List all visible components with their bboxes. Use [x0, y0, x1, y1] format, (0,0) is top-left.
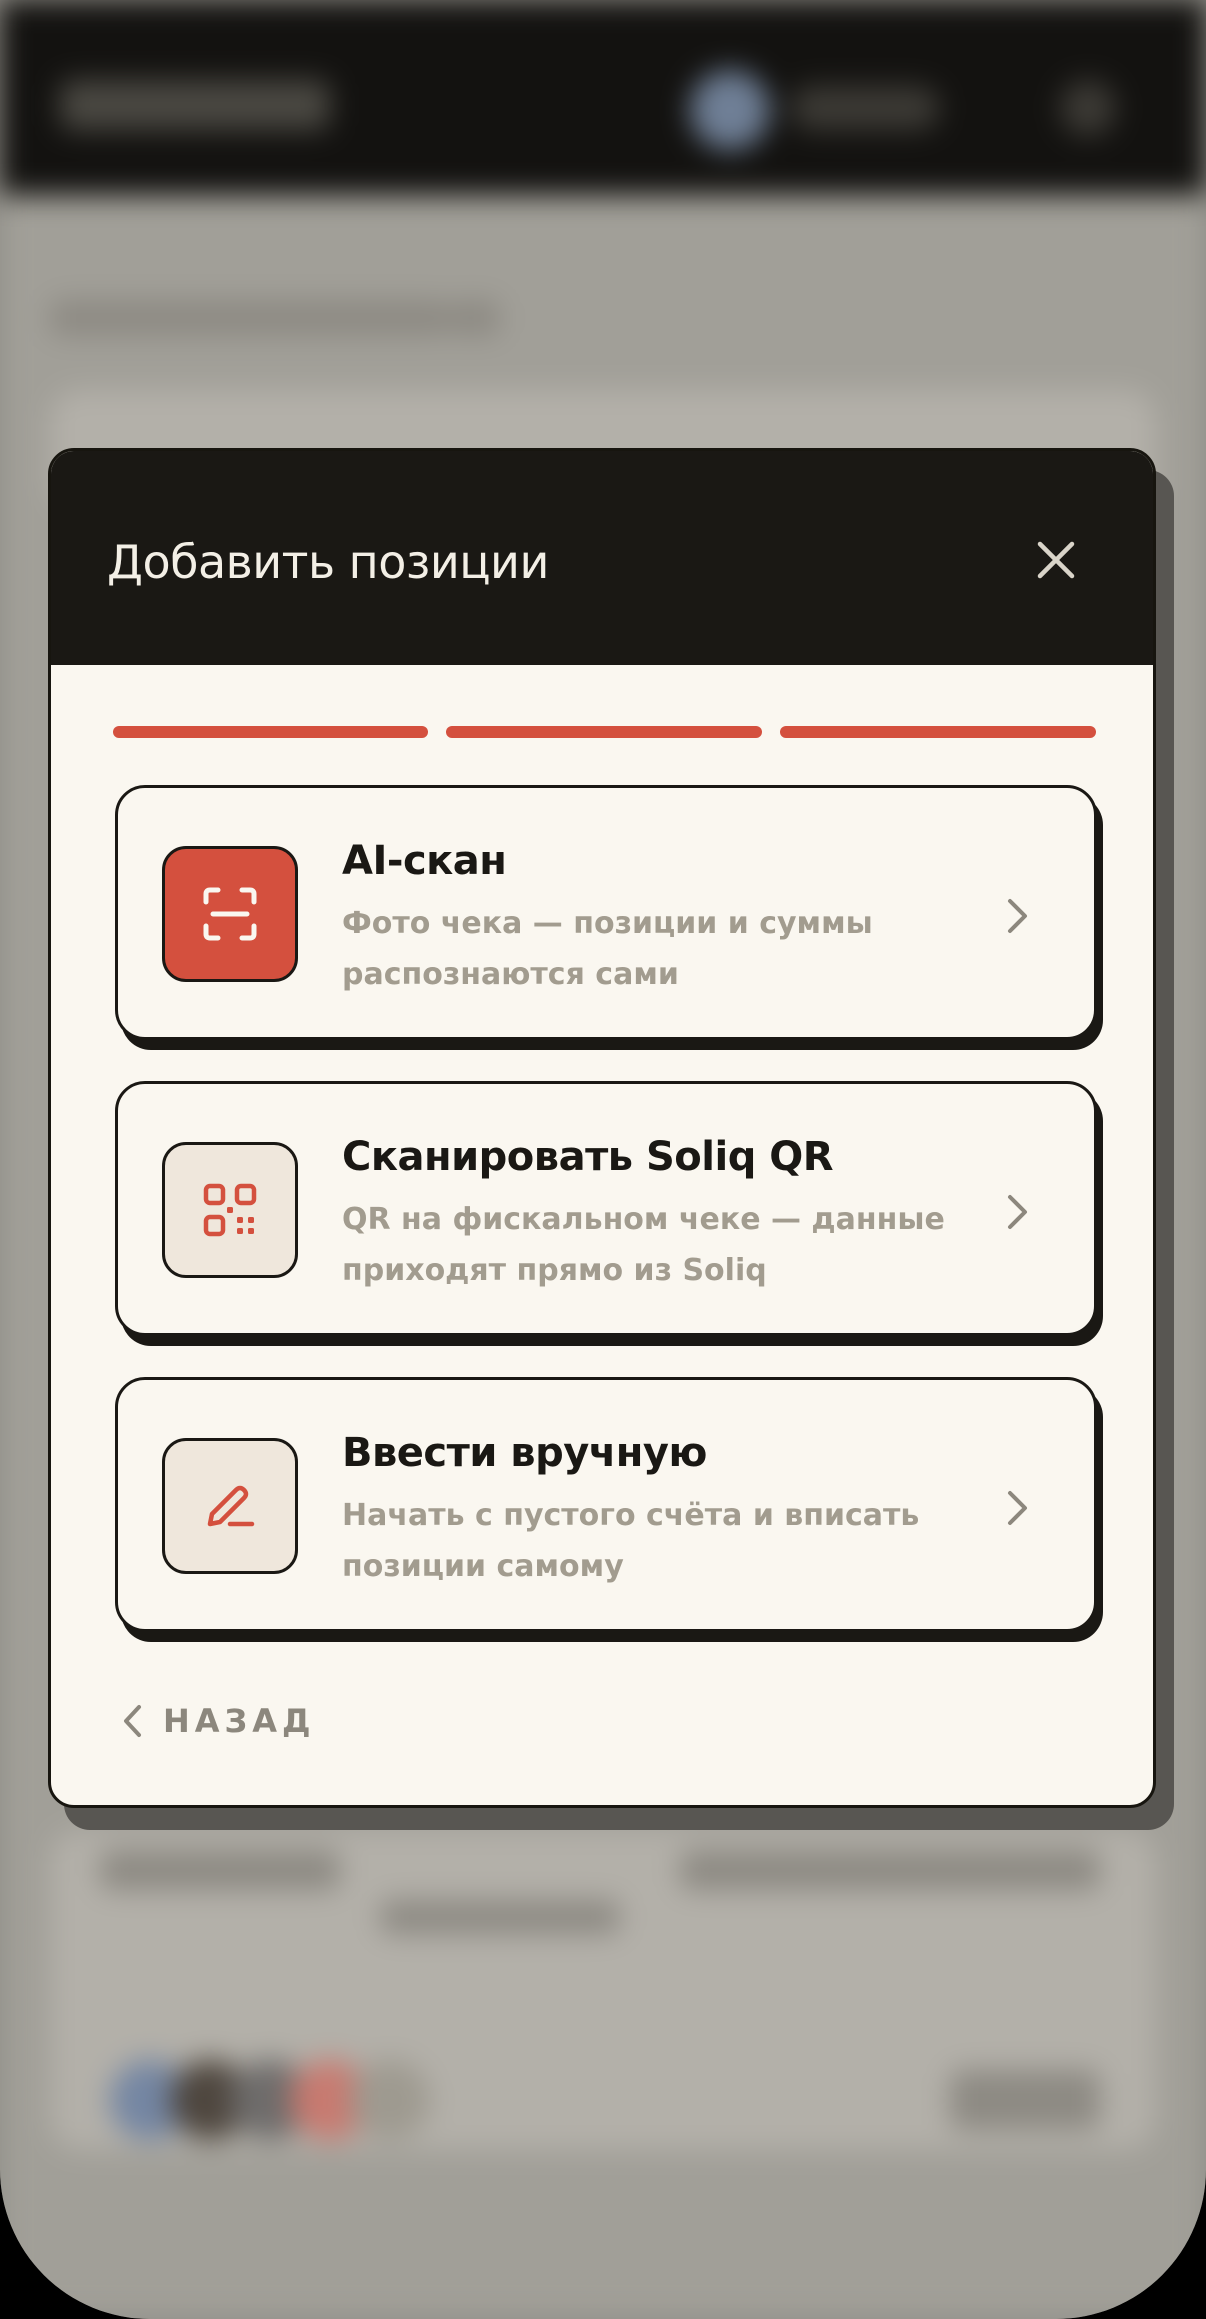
add-items-modal: Добавить позиции AI-скан Фото чека — поз…	[48, 448, 1156, 1808]
background-text-line	[380, 1900, 620, 1934]
step-progress-segment-1	[113, 726, 428, 738]
background-avatar	[690, 70, 770, 150]
option-title: AI-скан	[342, 838, 507, 884]
option-icon-tile	[162, 1438, 298, 1574]
background-text-line	[680, 1850, 1100, 1890]
option-ai-scan[interactable]: AI-скан Фото чека — позиции и суммы расп…	[115, 785, 1103, 1050]
option-description: Начать с пустого счёта и вписать позиции…	[342, 1498, 920, 1584]
background-text-line	[50, 300, 450, 336]
back-button[interactable]: НАЗАД	[121, 1691, 316, 1751]
background-text-line	[950, 2070, 1100, 2130]
option-description: QR на фискальном чеке — данные приходят …	[342, 1202, 945, 1288]
option-card: Сканировать Soliq QR QR на фискальном че…	[115, 1081, 1097, 1336]
close-icon	[1037, 541, 1075, 579]
back-button-label: НАЗАД	[163, 1702, 316, 1740]
qr-code-icon	[203, 1183, 257, 1237]
background-text-line	[100, 1850, 340, 1890]
option-card: Ввести вручную Начать с пустого счёта и …	[115, 1377, 1097, 1632]
step-progress-segment-3	[780, 726, 1096, 738]
background-header	[0, 0, 1206, 195]
background-avatar-chip	[350, 2060, 430, 2140]
option-title: Ввести вручную	[342, 1430, 707, 1476]
background-menu-icon	[1060, 80, 1116, 136]
scan-icon	[203, 887, 257, 941]
option-icon-tile	[162, 846, 298, 982]
option-manual-entry[interactable]: Ввести вручную Начать с пустого счёта и …	[115, 1377, 1103, 1642]
chevron-right-icon	[988, 1182, 1048, 1242]
option-card: AI-скан Фото чека — позиции и суммы расп…	[115, 785, 1097, 1040]
modal-header: Добавить позиции	[51, 451, 1153, 665]
background-text-line	[450, 300, 500, 336]
option-scan-soliq-qr[interactable]: Сканировать Soliq QR QR на фискальном че…	[115, 1081, 1103, 1346]
chevron-right-icon	[988, 1478, 1048, 1538]
chevron-right-icon	[988, 886, 1048, 946]
background-title-placeholder	[60, 80, 330, 130]
phone-screen: Добавить позиции AI-скан Фото чека — поз…	[0, 0, 1206, 2319]
chevron-left-icon	[124, 1705, 141, 1737]
background-header-pill	[790, 86, 940, 130]
option-title: Сканировать Soliq QR	[342, 1134, 834, 1180]
option-description: Фото чека — позиции и суммы распознаются…	[342, 906, 873, 992]
pencil-icon	[207, 1485, 255, 1527]
close-button[interactable]	[1011, 515, 1101, 605]
option-icon-tile	[162, 1142, 298, 1278]
modal-title: Добавить позиции	[107, 535, 549, 589]
step-progress-segment-2	[446, 726, 762, 738]
